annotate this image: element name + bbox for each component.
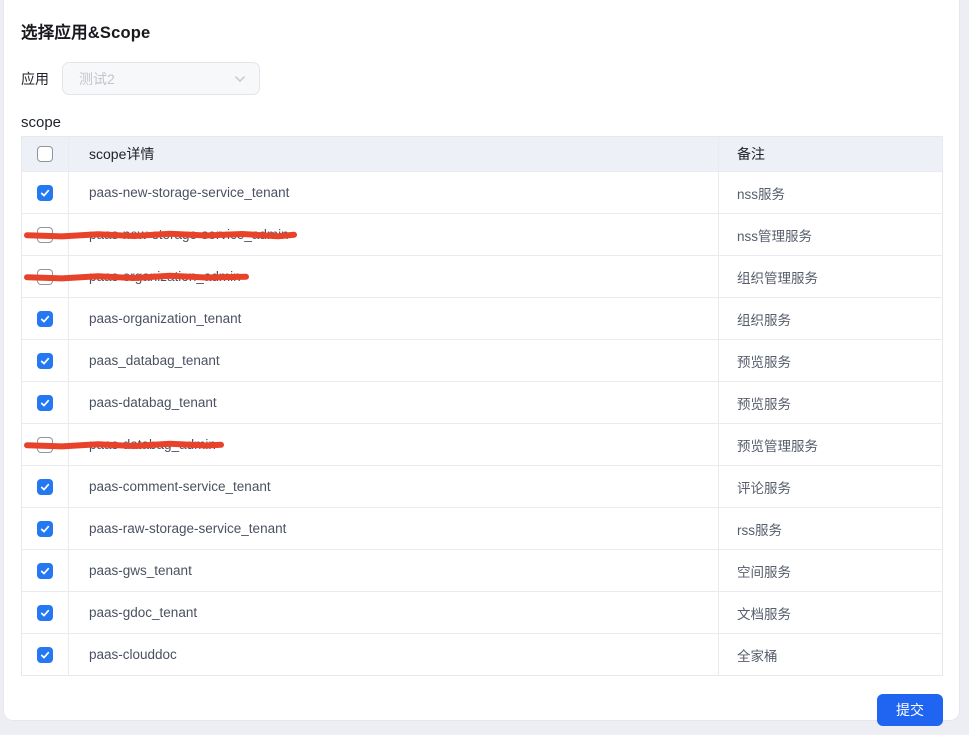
submit-button[interactable]: 提交 <box>877 694 943 726</box>
row-checkbox[interactable] <box>37 227 53 243</box>
table-row: paas_databag_tenant 预览服务 <box>22 339 942 381</box>
remark-text: 文档服务 <box>737 603 791 623</box>
select-all-checkbox[interactable] <box>37 146 53 162</box>
footer-bar: 提交 <box>21 694 943 726</box>
table-row: paas-databag_admin 预览管理服务 <box>22 423 942 465</box>
remark-text: 全家桶 <box>737 645 778 665</box>
check-icon <box>39 649 51 661</box>
scope-name: paas_databag_tenant <box>89 353 220 368</box>
scope-name: paas-gdoc_tenant <box>89 605 197 620</box>
remark-text: 组织服务 <box>737 309 791 329</box>
remark-text: 空间服务 <box>737 561 791 581</box>
column-header-scope: scope详情 <box>68 137 718 171</box>
table-row: paas-organization_tenant 组织服务 <box>22 297 942 339</box>
row-checkbox[interactable] <box>37 353 53 369</box>
content-card: 选择应用&Scope 应用 测试2 scope scope详情 备注 <box>3 0 960 721</box>
check-icon <box>39 523 51 535</box>
scope-table: scope详情 备注 paas-new-storage-service_tena… <box>21 136 943 676</box>
check-icon <box>39 481 51 493</box>
row-checkbox[interactable] <box>37 395 53 411</box>
scope-name: paas-raw-storage-service_tenant <box>89 521 286 536</box>
check-icon <box>39 355 51 367</box>
remark-text: 预览服务 <box>737 351 791 371</box>
table-row: paas-organization_admin 组织管理服务 <box>22 255 942 297</box>
page-title: 选择应用&Scope <box>21 19 943 43</box>
scope-name: paas-organization_tenant <box>89 311 241 326</box>
remark-text: 组织管理服务 <box>737 267 818 287</box>
table-row: paas-gdoc_tenant 文档服务 <box>22 591 942 633</box>
remark-text: 预览服务 <box>737 393 791 413</box>
scope-section-label: scope <box>21 114 943 131</box>
app-select-value: 测试2 <box>79 69 115 89</box>
table-header-row: scope详情 备注 <box>22 137 942 171</box>
row-checkbox[interactable] <box>37 521 53 537</box>
chevron-down-icon <box>233 72 247 86</box>
scope-name: paas-databag_admin <box>89 437 216 452</box>
row-checkbox[interactable] <box>37 479 53 495</box>
table-row: paas-new-storage-service_tenant nss服务 <box>22 171 942 213</box>
table-row: paas-gws_tenant 空间服务 <box>22 549 942 591</box>
scope-name: paas-clouddoc <box>89 647 177 662</box>
scope-name: paas-gws_tenant <box>89 563 192 578</box>
table-row: paas-databag_tenant 预览服务 <box>22 381 942 423</box>
check-icon <box>39 313 51 325</box>
scope-name: paas-new-storage-service_admin <box>89 227 289 242</box>
row-checkbox[interactable] <box>37 437 53 453</box>
check-icon <box>39 607 51 619</box>
app-field-row: 应用 测试2 <box>21 62 943 95</box>
remark-text: nss管理服务 <box>737 225 812 245</box>
remark-text: 评论服务 <box>737 477 791 497</box>
row-checkbox[interactable] <box>37 647 53 663</box>
check-icon <box>39 565 51 577</box>
row-checkbox[interactable] <box>37 605 53 621</box>
remark-text: nss服务 <box>737 183 785 203</box>
table-row: paas-clouddoc 全家桶 <box>22 633 942 675</box>
table-row: paas-new-storage-service_admin nss管理服务 <box>22 213 942 255</box>
table-body: paas-new-storage-service_tenant nss服务 pa… <box>22 171 942 675</box>
table-row: paas-comment-service_tenant 评论服务 <box>22 465 942 507</box>
table-row: paas-raw-storage-service_tenant rss服务 <box>22 507 942 549</box>
row-checkbox[interactable] <box>37 269 53 285</box>
column-header-remark: 备注 <box>718 137 942 171</box>
row-checkbox[interactable] <box>37 311 53 327</box>
scope-name: paas-comment-service_tenant <box>89 479 271 494</box>
scope-name: paas-databag_tenant <box>89 395 217 410</box>
check-icon <box>39 397 51 409</box>
remark-text: rss服务 <box>737 519 782 539</box>
row-checkbox[interactable] <box>37 185 53 201</box>
app-select[interactable]: 测试2 <box>62 62 260 95</box>
remark-text: 预览管理服务 <box>737 435 818 455</box>
check-icon <box>39 187 51 199</box>
row-checkbox[interactable] <box>37 563 53 579</box>
scope-name: paas-new-storage-service_tenant <box>89 185 289 200</box>
scope-name: paas-organization_admin <box>89 269 241 284</box>
app-label: 应用 <box>21 69 49 89</box>
